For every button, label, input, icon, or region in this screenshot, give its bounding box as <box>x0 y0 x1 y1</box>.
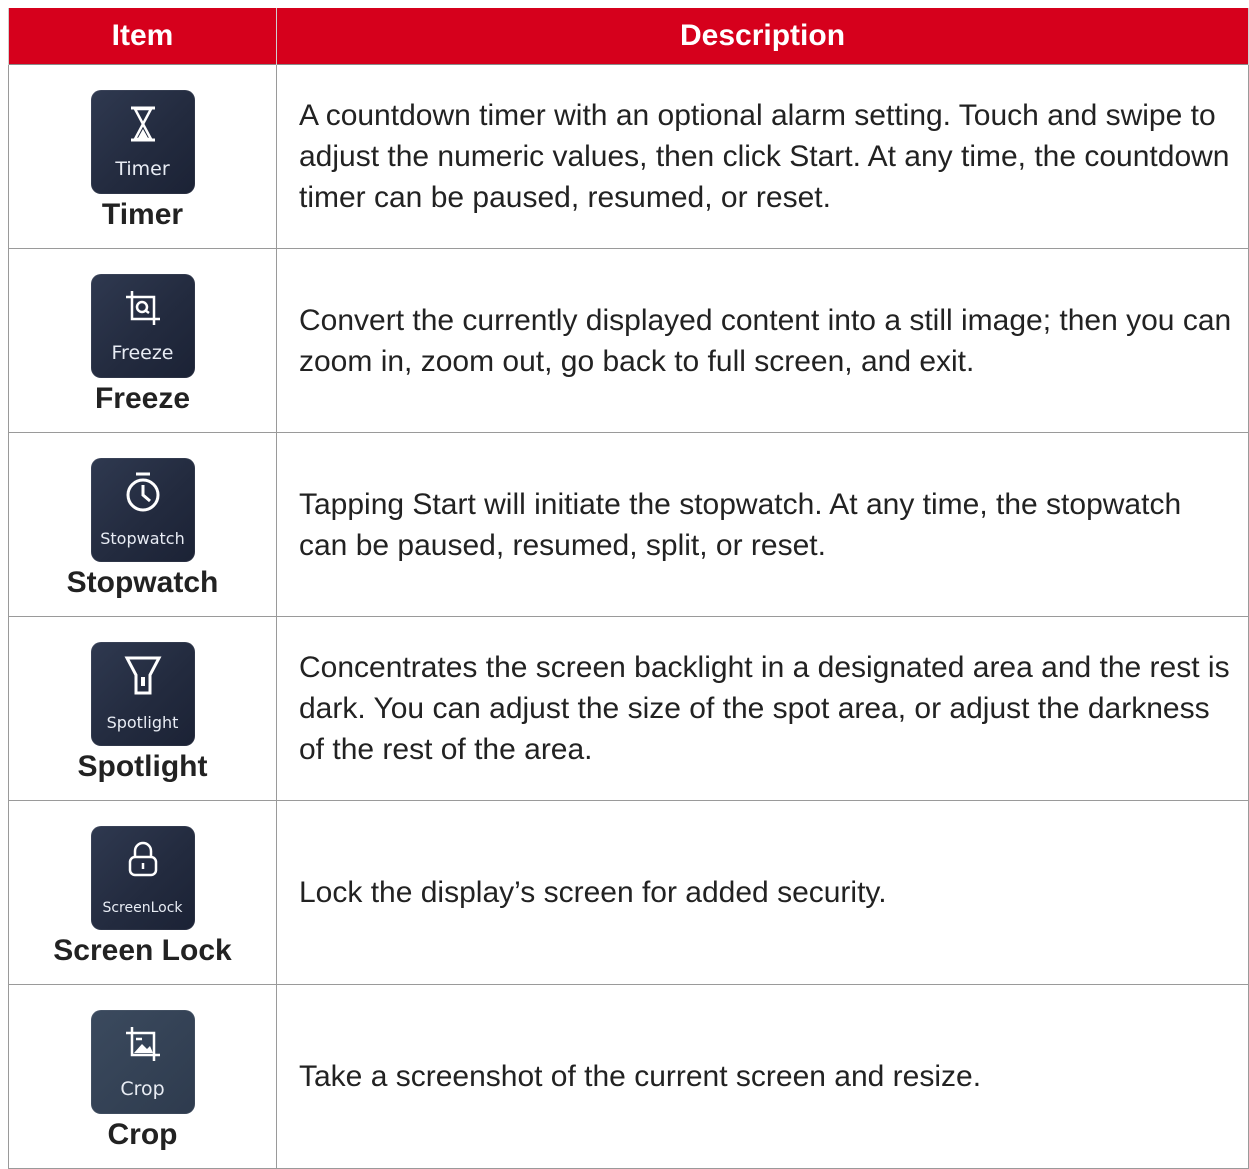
table-row: ScreenLock Screen Lock Lock the display’… <box>8 800 1249 985</box>
crop-image-icon <box>125 1026 160 1061</box>
item-name: Freeze <box>94 381 191 415</box>
header-item: Item <box>8 8 277 65</box>
description-cell: A countdown timer with an optional alarm… <box>276 64 1249 249</box>
header-description: Description <box>276 8 1249 65</box>
timer-app-tile[interactable]: Timer <box>90 89 195 194</box>
tile-label: ScreenLock <box>102 899 183 916</box>
stopwatch-app-tile[interactable]: Stopwatch <box>90 457 195 562</box>
item-cell: Stopwatch Stopwatch <box>8 432 277 617</box>
description-cell: Convert the currently displayed content … <box>276 248 1249 433</box>
description-cell: Concentrates the screen backlight in a d… <box>276 616 1249 801</box>
crop-app-tile[interactable]: Crop <box>90 1009 195 1114</box>
stopwatch-icon <box>126 472 159 511</box>
item-name: Stopwatch <box>66 565 219 599</box>
tile-label: Stopwatch <box>100 528 185 548</box>
item-cell: ScreenLock Screen Lock <box>8 800 277 985</box>
tile-label: Spotlight <box>106 712 179 732</box>
table-row: Stopwatch Stopwatch Tapping Start will i… <box>8 432 1249 617</box>
spotlight-app-tile[interactable]: Spotlight <box>90 641 195 746</box>
tile-label: Freeze <box>111 341 174 364</box>
table-header-row: Item Description <box>8 8 1249 65</box>
hourglass-icon <box>130 106 155 141</box>
freeze-frame-icon <box>125 290 160 325</box>
table-row: Spotlight Spotlight Concentrates the scr… <box>8 616 1249 801</box>
item-name: Crop <box>107 1117 178 1151</box>
item-cell: Timer Timer <box>8 64 277 249</box>
description-cell: Take a screenshot of the current screen … <box>276 984 1249 1169</box>
tile-label: Timer <box>115 157 170 180</box>
item-name: Spotlight <box>77 749 208 783</box>
item-name: Screen Lock <box>53 933 232 967</box>
description-cell: Lock the display’s screen for added secu… <box>276 800 1249 985</box>
item-name: Timer <box>101 197 184 231</box>
lock-icon <box>128 841 157 876</box>
table-row: Freeze Freeze Convert the currently disp… <box>8 248 1249 433</box>
spotlight-icon <box>124 656 161 694</box>
tile-label: Crop <box>120 1077 165 1100</box>
description-cell: Tapping Start will initiate the stopwatc… <box>276 432 1249 617</box>
freeze-app-tile[interactable]: Freeze <box>90 273 195 378</box>
item-cell: Freeze Freeze <box>8 248 277 433</box>
item-cell: Crop Crop <box>8 984 277 1169</box>
table-row: Timer Timer A countdown timer with an op… <box>8 64 1249 249</box>
item-cell: Spotlight Spotlight <box>8 616 277 801</box>
feature-table: Item Description Timer Timer A countdown… <box>8 8 1249 1169</box>
table-row: Crop Crop Take a screenshot of the curre… <box>8 984 1249 1169</box>
screenlock-app-tile[interactable]: ScreenLock <box>90 825 195 930</box>
